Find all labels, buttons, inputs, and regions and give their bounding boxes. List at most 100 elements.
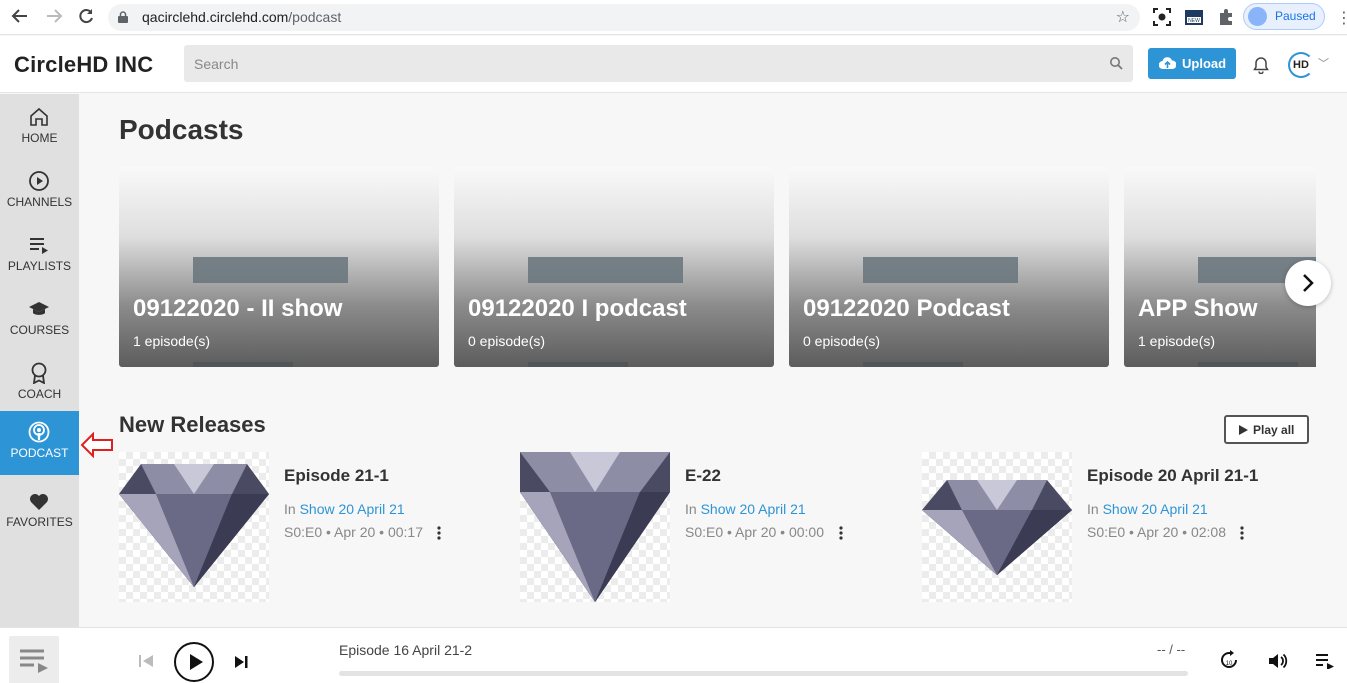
play-all-button[interactable]: Play all xyxy=(1224,415,1309,444)
podcast-title: 09122020 I podcast xyxy=(468,295,687,322)
sidebar-item-label: CHANNELS xyxy=(6,195,73,209)
sidebar: HOME CHANNELS PLAYLISTS COURSES COACH PO… xyxy=(0,94,79,627)
episode-title[interactable]: E-22 xyxy=(685,466,721,486)
card-placeholder xyxy=(193,257,348,283)
next-track-icon[interactable] xyxy=(234,655,249,669)
bell-icon[interactable] xyxy=(1252,56,1270,74)
episode-show-line: In Show 20 April 21 xyxy=(1087,501,1208,517)
search-icon[interactable] xyxy=(1109,56,1123,70)
card-placeholder xyxy=(1198,362,1298,367)
sidebar-item-podcast[interactable]: PODCAST xyxy=(0,411,79,475)
more-options-icon[interactable] xyxy=(1237,525,1247,541)
carousel-next-button[interactable] xyxy=(1285,260,1331,306)
episode-title[interactable]: Episode 21-1 xyxy=(284,466,389,486)
heart-icon xyxy=(30,494,48,510)
audio-player-bar: Episode 16 April 21-2 -- / -- 10 xyxy=(0,627,1347,683)
episode-title[interactable]: Episode 20 April 21-1 xyxy=(1087,466,1258,486)
podcast-card[interactable]: 09122020 Podcast 0 episode(s) xyxy=(789,167,1109,367)
queue-button[interactable] xyxy=(9,636,59,683)
episode-count: 1 episode(s) xyxy=(1138,333,1216,349)
episode-count: 1 episode(s) xyxy=(133,333,211,349)
section-title-new-releases: New Releases xyxy=(119,412,266,437)
episode-meta: S0:E0 • Apr 20 • 00:17 xyxy=(284,524,424,540)
svg-text:10: 10 xyxy=(1226,661,1233,667)
app-header: CircleHD INC Upload HD ﹀ xyxy=(0,36,1347,93)
browser-toolbar: qacirclehd.circlehd.com/podcast ☆ NEW Pa… xyxy=(0,0,1347,35)
playlist-icon xyxy=(30,238,48,254)
search-input[interactable] xyxy=(184,45,1133,82)
chevron-down-icon[interactable]: ﹀ xyxy=(1318,55,1329,71)
episode-thumbnail[interactable] xyxy=(922,452,1072,602)
puzzle-extensions-icon[interactable] xyxy=(1216,7,1236,27)
svg-text:NEW: NEW xyxy=(1188,18,1200,24)
podcast-card[interactable]: 09122020 I podcast 0 episode(s) xyxy=(454,167,774,367)
annotation-arrow-icon xyxy=(80,432,113,458)
episode-count: 0 episode(s) xyxy=(468,333,546,349)
episode-thumbnail[interactable] xyxy=(520,452,670,602)
sidebar-item-label: COURSES xyxy=(9,323,70,337)
queue-list-icon xyxy=(20,649,48,673)
list-item[interactable]: Episode 21-1 In Show 20 April 21 S0:E0 •… xyxy=(119,452,499,602)
reload-icon[interactable] xyxy=(74,7,98,29)
sidebar-item-courses[interactable]: COURSES xyxy=(0,288,79,352)
sidebar-item-label: HOME xyxy=(21,131,58,145)
browser-menu-icon[interactable]: ⋮ xyxy=(1336,8,1347,28)
profile-button[interactable]: Paused xyxy=(1243,3,1325,30)
sidebar-item-label: FAVORITES xyxy=(6,515,73,529)
podcast-icon xyxy=(28,421,50,443)
volume-icon[interactable] xyxy=(1268,652,1288,670)
search-bar[interactable] xyxy=(184,45,1133,82)
new-extension-icon[interactable]: NEW xyxy=(1184,7,1204,27)
play-icon xyxy=(1239,425,1248,435)
avatar xyxy=(1248,7,1267,26)
sidebar-item-home[interactable]: HOME xyxy=(0,96,79,160)
diamond-image xyxy=(922,480,1072,575)
sidebar-item-playlists[interactable]: PLAYLISTS xyxy=(0,224,79,288)
award-icon xyxy=(31,362,47,384)
card-placeholder xyxy=(193,362,293,367)
diamond-image xyxy=(119,464,269,587)
podcast-title: 09122020 Podcast xyxy=(803,295,1010,322)
graduation-cap-icon xyxy=(29,302,49,315)
url-text: qacirclehd.circlehd.com/podcast xyxy=(142,9,342,25)
list-item[interactable]: Episode 20 April 21-1 In Show 20 April 2… xyxy=(922,452,1302,602)
progress-bar[interactable] xyxy=(339,671,1188,676)
forward-arrow-icon[interactable] xyxy=(42,7,66,29)
diamond-image xyxy=(520,452,670,602)
screenshot-extension-icon[interactable] xyxy=(1152,7,1172,27)
playback-time: -- / -- xyxy=(1157,642,1186,657)
play-button[interactable] xyxy=(174,642,214,682)
page-title: Podcasts xyxy=(119,114,244,145)
list-item[interactable]: E-22 In Show 20 April 21 S0:E0 • Apr 20 … xyxy=(520,452,900,602)
play-all-label: Play all xyxy=(1253,423,1295,437)
upload-button[interactable]: Upload xyxy=(1148,48,1236,79)
card-placeholder xyxy=(863,362,963,367)
show-link[interactable]: Show 20 April 21 xyxy=(300,501,405,517)
sidebar-item-coach[interactable]: COACH xyxy=(0,352,79,416)
lock-icon xyxy=(118,11,128,23)
sidebar-item-favorites[interactable]: FAVORITES xyxy=(0,480,79,544)
card-placeholder xyxy=(528,362,628,367)
episode-count: 0 episode(s) xyxy=(803,333,881,349)
playlist-icon[interactable] xyxy=(1316,653,1334,669)
show-link[interactable]: Show 20 April 21 xyxy=(701,501,806,517)
user-menu-logo[interactable]: HD xyxy=(1288,52,1314,78)
podcast-card[interactable]: 09122020 - II show 1 episode(s) xyxy=(119,167,439,367)
episode-thumbnail[interactable] xyxy=(119,452,269,602)
episode-show-line: In Show 20 April 21 xyxy=(685,501,806,517)
replay-10-icon[interactable]: 10 xyxy=(1220,650,1240,672)
play-circle-icon xyxy=(29,171,49,191)
sidebar-item-label: PODCAST xyxy=(10,446,69,460)
back-arrow-icon[interactable] xyxy=(8,7,32,29)
in-label: In xyxy=(284,501,296,517)
show-link[interactable]: Show 20 April 21 xyxy=(1103,501,1208,517)
bookmark-star-icon[interactable]: ☆ xyxy=(1116,7,1130,27)
episode-show-line: In Show 20 April 21 xyxy=(284,501,405,517)
sidebar-item-channels[interactable]: CHANNELS xyxy=(0,160,79,224)
more-options-icon[interactable] xyxy=(836,525,846,541)
more-options-icon[interactable] xyxy=(434,525,444,541)
podcast-card[interactable]: APP Show 1 episode(s) xyxy=(1124,167,1316,367)
previous-track-icon[interactable] xyxy=(138,654,154,668)
address-bar[interactable]: qacirclehd.circlehd.com/podcast ☆ xyxy=(108,4,1140,31)
brand-name[interactable]: CircleHD INC xyxy=(14,52,153,78)
